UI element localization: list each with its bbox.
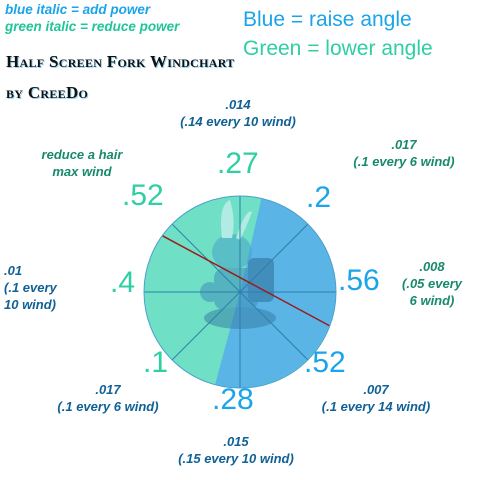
note-sw: .017 (.1 every 6 wind)	[57, 382, 159, 414]
note-n: .014 (.14 every 10 wind)	[180, 97, 296, 129]
value-se: .52	[304, 346, 346, 379]
value-ne: .2	[306, 181, 332, 214]
value-sw: .1	[143, 346, 169, 379]
note-s: .015 (.15 every 10 wind)	[178, 434, 294, 466]
max-wind-note: reduce a hair max wind	[41, 147, 123, 179]
note-ne: .017 (.1 every 6 wind)	[353, 137, 455, 169]
value-n: .27	[217, 147, 259, 180]
value-e: .56	[338, 264, 380, 297]
note-e: .008 (.05 every 6 wind)	[402, 259, 462, 308]
value-s: .28	[212, 383, 254, 416]
note-w: .01 (.1 every 10 wind)	[4, 263, 57, 312]
note-se: .007 (.1 every 14 wind)	[321, 382, 431, 414]
value-nw: .52	[122, 179, 164, 212]
value-w: .4	[110, 266, 136, 299]
